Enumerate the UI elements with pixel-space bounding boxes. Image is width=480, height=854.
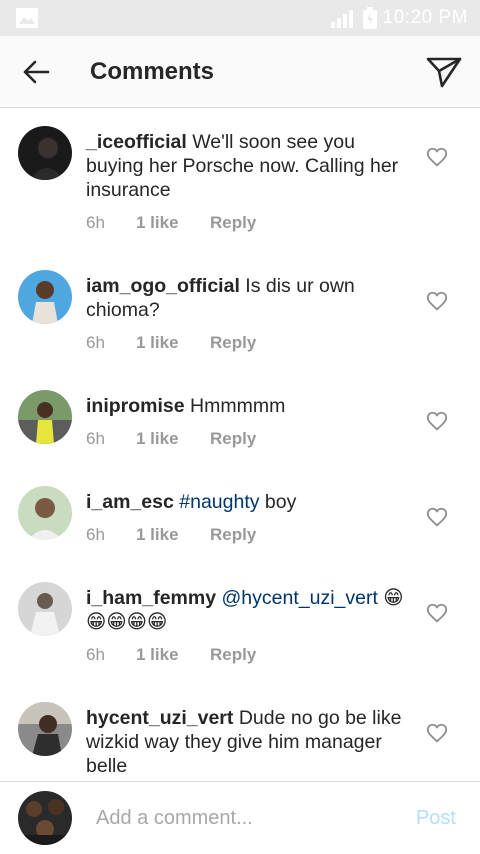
comment-meta: 6h 1 like Reply (86, 645, 256, 665)
comment-composer: Post (0, 781, 480, 854)
comment-likes[interactable]: 1 like (136, 333, 210, 353)
comment-likes[interactable]: 1 like (136, 525, 210, 545)
comment-message: Hmmmmm (190, 395, 286, 417)
mention-link[interactable]: @hycent_uzi_vert (222, 587, 378, 609)
comment-text: i_ham_femmy @hycent_uzi_vert 😁😁😁😁😁 (86, 586, 406, 634)
reply-button[interactable]: Reply (210, 645, 256, 665)
avatar[interactable] (18, 126, 72, 180)
image-icon (16, 8, 38, 28)
signal-icon (330, 10, 353, 28)
comment-input[interactable] (96, 806, 386, 830)
comment-meta: 6h 1 like Reply (86, 525, 256, 545)
reply-button[interactable]: Reply (210, 429, 256, 449)
hashtag-link[interactable]: #naughty (179, 491, 259, 513)
avatar (18, 791, 72, 845)
comment-text: i_am_esc #naughty boy (86, 490, 406, 514)
comment-message: boy (264, 491, 297, 513)
avatar[interactable] (18, 582, 72, 636)
comment-username[interactable]: i_ham_femmy (86, 587, 216, 609)
comment-likes[interactable]: 1 like (136, 645, 210, 665)
comment-meta: 6h 1 like Reply (86, 429, 256, 449)
send-button[interactable] (408, 36, 480, 108)
comment-text: iam_ogo_official Is dis ur own chioma? (86, 274, 406, 322)
paper-plane-icon (426, 57, 462, 87)
avatar[interactable] (18, 390, 72, 444)
comment-username[interactable]: _iceofficial (86, 131, 187, 153)
heart-icon[interactable] (426, 602, 448, 624)
reply-button[interactable]: Reply (210, 213, 256, 233)
post-button[interactable]: Post (416, 807, 456, 830)
comment-username[interactable]: hycent_uzi_vert (86, 707, 233, 729)
avatar[interactable] (18, 270, 72, 324)
header: Comments (0, 36, 480, 108)
comment-meta: 6h 1 like Reply (86, 213, 256, 233)
comment-time: 6h (86, 333, 105, 352)
comment-username[interactable]: i_am_esc (86, 491, 174, 513)
reply-button[interactable]: Reply (210, 525, 256, 545)
status-time: 10:20 PM (382, 7, 468, 28)
comment-likes[interactable]: 1 like (136, 429, 210, 449)
heart-icon[interactable] (426, 722, 448, 744)
comment-time: 6h (86, 525, 105, 544)
comment-meta: 6h 1 like Reply (86, 333, 256, 353)
battery-charging-icon (362, 7, 377, 29)
status-bar: 10:20 PM (0, 0, 480, 36)
back-button[interactable] (0, 36, 72, 108)
reply-button[interactable]: Reply (210, 333, 256, 353)
heart-icon[interactable] (426, 410, 448, 432)
comment-time: 6h (86, 429, 105, 448)
comment-text: _iceofficial We'll soon see you buying h… (86, 130, 406, 202)
comment-likes[interactable]: 1 like (136, 213, 210, 233)
avatar[interactable] (18, 702, 72, 756)
comment-text: inipromise Hmmmmm (86, 394, 406, 418)
comment-time: 6h (86, 645, 105, 664)
comment-time: 6h (86, 213, 105, 232)
arrow-left-icon (23, 60, 50, 83)
heart-icon[interactable] (426, 290, 448, 312)
heart-icon[interactable] (426, 506, 448, 528)
page-title: Comments (90, 57, 215, 85)
avatar[interactable] (18, 486, 72, 540)
comment-text: hycent_uzi_vert Dude no go be like wizki… (86, 706, 406, 778)
comment-username[interactable]: inipromise (86, 395, 185, 417)
comments-list[interactable]: _iceofficial We'll soon see you buying h… (0, 109, 480, 781)
comment-username[interactable]: iam_ogo_official (86, 275, 240, 297)
heart-icon[interactable] (426, 146, 448, 168)
